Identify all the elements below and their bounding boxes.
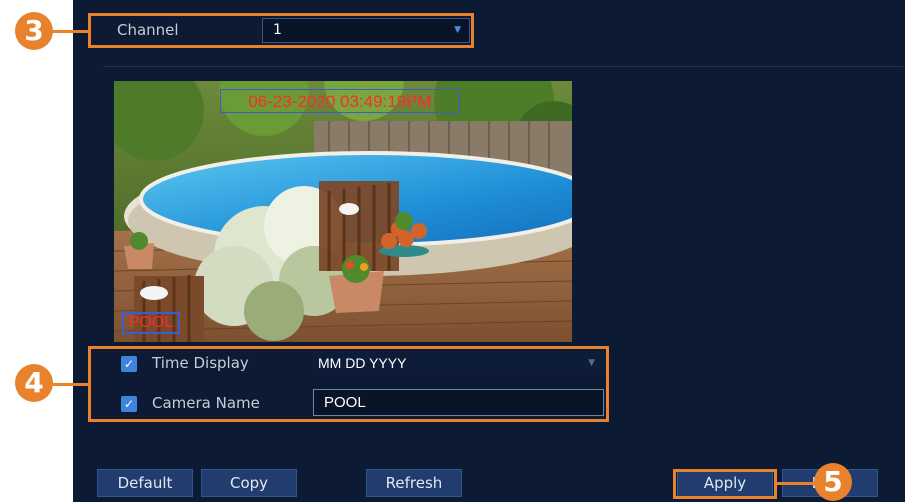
callout-4-badge: 4 bbox=[15, 364, 53, 402]
osd-time-stamp[interactable]: 06-23-2020 03:49:19PM bbox=[220, 89, 460, 113]
refresh-button[interactable]: Refresh bbox=[366, 469, 462, 497]
callout-5-connector bbox=[776, 482, 816, 485]
osd-camera-name[interactable]: POOL bbox=[122, 312, 180, 334]
callout-3-highlight bbox=[88, 13, 474, 48]
callout-3-connector bbox=[52, 30, 90, 33]
callout-5-highlight bbox=[673, 469, 777, 499]
default-button[interactable]: Default bbox=[97, 469, 193, 497]
callout-4-highlight bbox=[88, 346, 609, 422]
camera-preview-image bbox=[114, 81, 572, 342]
camera-preview bbox=[114, 81, 572, 342]
callout-4-connector bbox=[52, 383, 90, 386]
callout-5-badge: 5 bbox=[814, 463, 852, 501]
divider bbox=[103, 66, 903, 67]
callout-3-badge: 3 bbox=[15, 12, 53, 50]
copy-button[interactable]: Copy bbox=[201, 469, 297, 497]
